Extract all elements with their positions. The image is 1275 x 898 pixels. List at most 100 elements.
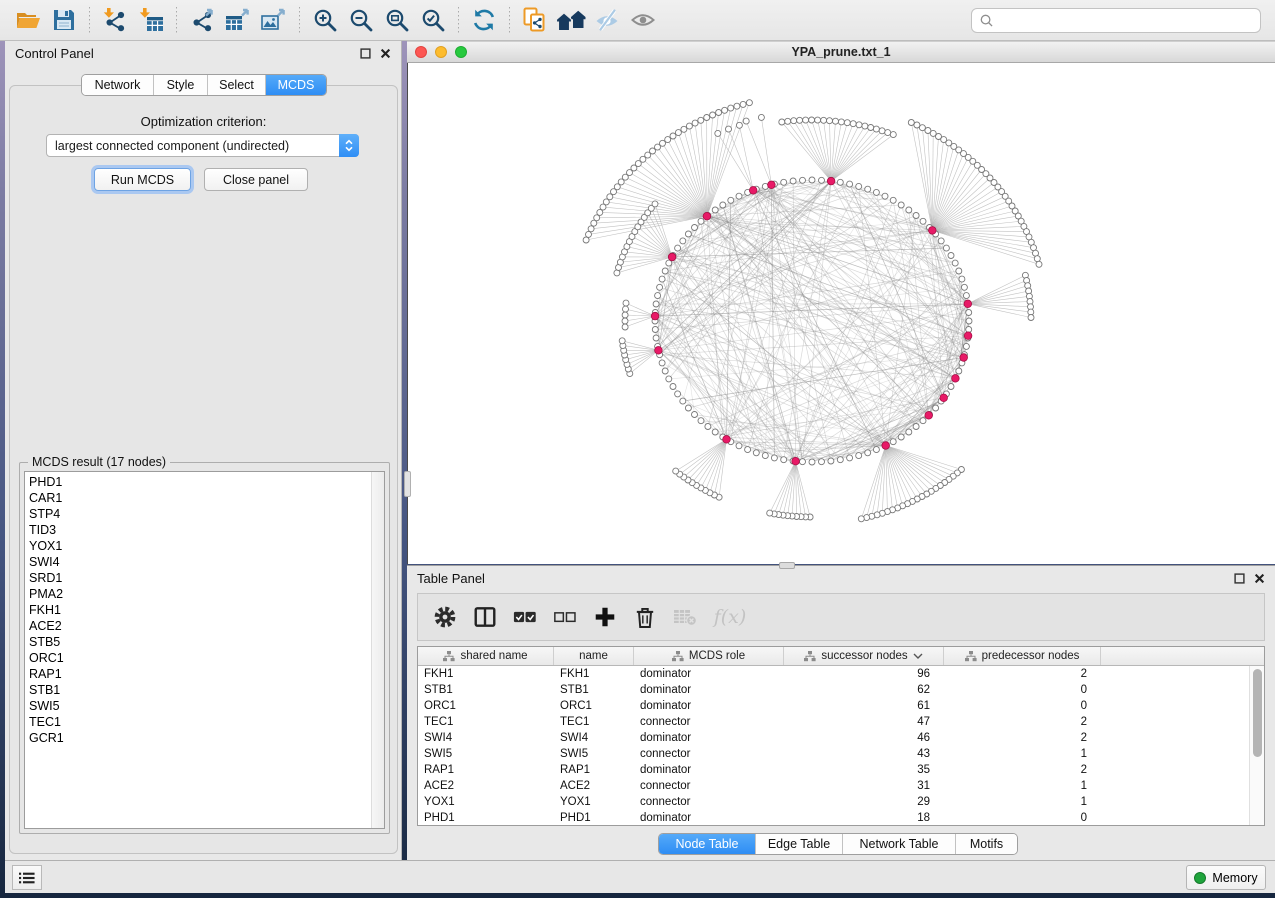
mcds-result-item[interactable]: TEC1: [25, 714, 370, 730]
table-scrollbar[interactable]: [1249, 666, 1264, 825]
table-row[interactable]: RAP1RAP1dominator352: [418, 762, 1249, 778]
export-network-button[interactable]: [184, 3, 220, 37]
tab-network[interactable]: Network: [82, 75, 154, 95]
column-header-name[interactable]: name: [554, 647, 634, 665]
mcds-result-item[interactable]: FKH1: [25, 602, 370, 618]
tab-style[interactable]: Style: [154, 75, 208, 95]
mcds-list-scrollbar[interactable]: [371, 472, 384, 828]
show-all-button[interactable]: [625, 3, 661, 37]
tab-edge-table[interactable]: Edge Table: [756, 834, 843, 854]
save-session-icon: [51, 7, 77, 33]
tab-select[interactable]: Select: [208, 75, 266, 95]
close-table-panel-icon[interactable]: [1254, 573, 1265, 584]
mcds-result-item[interactable]: SWI4: [25, 554, 370, 570]
cell: connector: [634, 748, 784, 760]
table-row[interactable]: STB1STB1dominator620: [418, 682, 1249, 698]
column-header-shared-name[interactable]: shared name: [418, 647, 554, 665]
network-window-titlebar[interactable]: YPA_prune.txt_1: [407, 41, 1275, 63]
column-header-predecessor-nodes[interactable]: predecessor nodes: [944, 647, 1101, 665]
zoom-fit-button[interactable]: [379, 3, 415, 37]
mcds-result-item[interactable]: RAP1: [25, 666, 370, 682]
table-splitter-handle[interactable]: [779, 562, 795, 569]
mcds-result-item[interactable]: PHD1: [25, 474, 370, 490]
mcds-panel: Optimization criterion: largest connecte…: [9, 85, 398, 854]
first-neighbors-button[interactable]: [553, 3, 589, 37]
network-graph[interactable]: [408, 63, 1274, 562]
column-header-successor-nodes[interactable]: successor nodes: [784, 647, 944, 665]
table-header-row: shared namenameMCDS rolesuccessor nodesp…: [418, 647, 1264, 666]
table-row[interactable]: SWI5SWI5connector431: [418, 746, 1249, 762]
zoom-selected-button[interactable]: [415, 3, 451, 37]
window-minimize-icon[interactable]: [435, 46, 447, 58]
cell: ORC1: [418, 700, 554, 712]
delete-column-button[interactable]: [628, 599, 662, 635]
optimization-criterion-label: Optimization criterion:: [10, 114, 397, 129]
mcds-result-item[interactable]: SWI5: [25, 698, 370, 714]
float-panel-icon[interactable]: [360, 48, 371, 59]
mcds-result-item[interactable]: SRD1: [25, 570, 370, 586]
table-row[interactable]: PHD1PHD1dominator180: [418, 810, 1249, 825]
mcds-result-item[interactable]: YOX1: [25, 538, 370, 554]
run-mcds-button[interactable]: Run MCDS: [94, 168, 191, 191]
tab-motifs[interactable]: Motifs: [956, 834, 1017, 854]
column-header-MCDS-role[interactable]: MCDS role: [634, 647, 784, 665]
deselect-all-button[interactable]: [548, 599, 582, 635]
select-all-button[interactable]: [508, 599, 542, 635]
cell: RAP1: [418, 764, 554, 776]
window-zoom-icon[interactable]: [455, 46, 467, 58]
table-row[interactable]: SWI4SWI4dominator462: [418, 730, 1249, 746]
cell: 0: [944, 684, 1101, 696]
mcds-result-item[interactable]: STP4: [25, 506, 370, 522]
mcds-result-group: MCDS result (17 nodes) PHD1CAR1STP4TID3Y…: [19, 462, 390, 834]
search-input[interactable]: [999, 13, 1252, 27]
tab-node-table[interactable]: Node Table: [659, 834, 756, 854]
export-image-button[interactable]: [256, 3, 292, 37]
mcds-result-item[interactable]: GCR1: [25, 730, 370, 746]
table-row[interactable]: YOX1YOX1connector291: [418, 794, 1249, 810]
table-row[interactable]: TEC1TEC1connector472: [418, 714, 1249, 730]
table-scrollbar-thumb[interactable]: [1253, 669, 1262, 757]
mcds-result-item[interactable]: CAR1: [25, 490, 370, 506]
table-settings-button[interactable]: [428, 599, 462, 635]
duplicate-network-icon: [522, 7, 548, 33]
cell: 0: [944, 700, 1101, 712]
cell: dominator: [634, 668, 784, 680]
memory-button[interactable]: Memory: [1186, 865, 1266, 890]
cell: TEC1: [418, 716, 554, 728]
show-all-icon: [630, 7, 656, 33]
table-row[interactable]: ORC1ORC1dominator610: [418, 698, 1249, 714]
refresh-view-button[interactable]: [466, 3, 502, 37]
import-table-button[interactable]: [133, 3, 169, 37]
close-panel-icon[interactable]: [380, 48, 391, 59]
mcds-result-item[interactable]: ACE2: [25, 618, 370, 634]
column-visibility-button[interactable]: [468, 599, 502, 635]
mcds-result-item[interactable]: TID3: [25, 522, 370, 538]
mcds-result-list[interactable]: PHD1CAR1STP4TID3YOX1SWI4SRD1PMA2FKH1ACE2…: [24, 471, 385, 829]
tab-network-table[interactable]: Network Table: [843, 834, 956, 854]
search-box[interactable]: [971, 8, 1261, 33]
window-close-icon[interactable]: [415, 46, 427, 58]
table-row[interactable]: ACE2ACE2connector311: [418, 778, 1249, 794]
close-panel-button[interactable]: Close panel: [204, 168, 308, 191]
network-window-title: YPA_prune.txt_1: [407, 45, 1275, 59]
table-row[interactable]: FKH1FKH1dominator962: [418, 666, 1249, 682]
task-history-button[interactable]: [12, 865, 42, 890]
zoom-in-button[interactable]: [307, 3, 343, 37]
tab-mcds[interactable]: MCDS: [266, 75, 326, 95]
criterion-select[interactable]: largest connected component (undirected): [46, 134, 359, 157]
zoom-out-button[interactable]: [343, 3, 379, 37]
panel-splitter-handle[interactable]: [404, 471, 411, 497]
import-network-button[interactable]: [97, 3, 133, 37]
hide-selected-button[interactable]: [589, 3, 625, 37]
add-column-button[interactable]: [588, 599, 622, 635]
mcds-result-item[interactable]: STB5: [25, 634, 370, 650]
float-table-panel-icon[interactable]: [1234, 573, 1245, 584]
mcds-result-item[interactable]: ORC1: [25, 650, 370, 666]
export-table-button[interactable]: [220, 3, 256, 37]
save-session-button[interactable]: [46, 3, 82, 37]
duplicate-network-button[interactable]: [517, 3, 553, 37]
mcds-result-item[interactable]: PMA2: [25, 586, 370, 602]
open-file-button[interactable]: [10, 3, 46, 37]
cell: 1: [944, 780, 1101, 792]
mcds-result-item[interactable]: STB1: [25, 682, 370, 698]
